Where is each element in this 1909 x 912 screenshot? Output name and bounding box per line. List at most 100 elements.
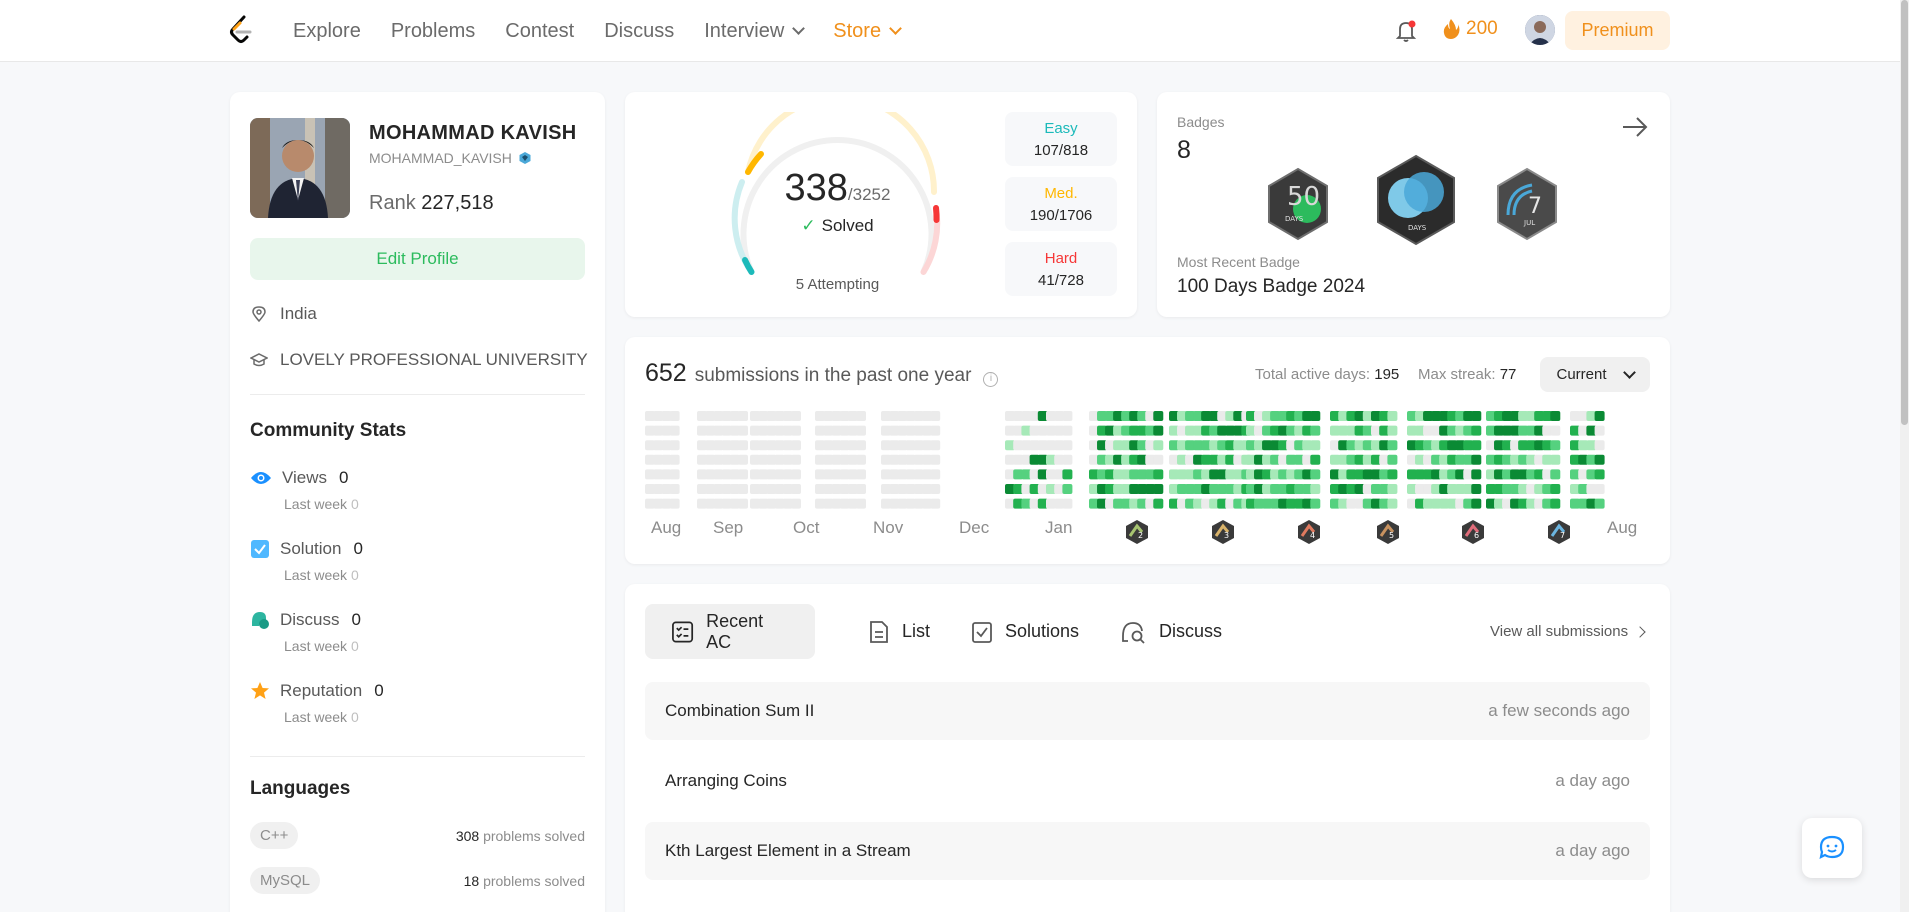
heatmap-cell[interactable] <box>1153 454 1164 465</box>
language-tag[interactable]: C++ <box>250 822 299 849</box>
heatmap-cell[interactable] <box>930 440 941 451</box>
heatmap-cell[interactable] <box>1550 484 1561 494</box>
heatmap-cell[interactable] <box>1594 411 1605 421</box>
heatmap-cell[interactable] <box>738 454 748 465</box>
heatmap-cell[interactable] <box>669 425 680 436</box>
edit-profile-button[interactable]: Edit Profile <box>250 238 585 280</box>
heatmap-cell[interactable] <box>1594 454 1605 465</box>
heatmap-cell[interactable] <box>738 498 748 509</box>
heatmap-cell[interactable] <box>738 411 748 421</box>
monthly-badge-icon[interactable]: 2 <box>1125 519 1149 545</box>
heatmap-cell[interactable] <box>1550 454 1561 465</box>
chat-button[interactable] <box>1802 818 1862 878</box>
heatmap-cell[interactable] <box>1310 498 1321 509</box>
heatmap-cell[interactable] <box>1062 440 1073 451</box>
heatmap-cell[interactable] <box>738 425 748 436</box>
nav-contest[interactable]: Contest <box>505 20 574 43</box>
heatmap-cell[interactable] <box>1471 425 1482 436</box>
scrollbar-thumb[interactable] <box>1901 0 1908 425</box>
nav-avatar[interactable] <box>1525 15 1555 45</box>
heatmap-cell[interactable] <box>930 469 941 480</box>
heatmap-cell[interactable] <box>1550 425 1561 436</box>
heatmap-cell[interactable] <box>1550 440 1561 451</box>
submission-row[interactable]: Combination Sum II a few seconds ago <box>645 682 1650 740</box>
heatmap-cell[interactable] <box>856 440 866 451</box>
tab-discuss[interactable]: Discuss <box>1095 604 1248 659</box>
year-dropdown[interactable]: Current <box>1540 357 1650 392</box>
heatmap-cell[interactable] <box>1153 498 1164 509</box>
info-icon[interactable]: i <box>983 372 999 387</box>
heatmap-cell[interactable] <box>1471 440 1482 451</box>
heatmap-cell[interactable] <box>930 484 941 494</box>
heatmap-cell[interactable] <box>791 454 801 465</box>
heatmap-cell[interactable] <box>1594 484 1605 494</box>
heatmap-cell[interactable] <box>856 484 866 494</box>
heatmap-cell[interactable] <box>1310 411 1321 421</box>
heatmap-cell[interactable] <box>791 425 801 436</box>
monthly-badge-icon[interactable]: 6 <box>1461 519 1485 545</box>
heatmap-cell[interactable] <box>669 498 680 509</box>
nav-problems[interactable]: Problems <box>391 20 475 43</box>
heatmap-cell[interactable] <box>1153 440 1164 451</box>
view-all-submissions-link[interactable]: View all submissions <box>1490 623 1646 640</box>
heatmap-cell[interactable] <box>791 484 801 494</box>
heatmap-cell[interactable] <box>930 498 941 509</box>
badge-100-days-icon[interactable]: DAYS <box>1374 154 1458 246</box>
heatmap-cell[interactable] <box>1594 425 1605 436</box>
badge-50-days-icon[interactable]: 50 DAYS <box>1265 167 1331 241</box>
heatmap-cell[interactable] <box>1387 440 1398 451</box>
tab-recent-ac[interactable]: Recent AC <box>645 604 815 659</box>
leetcode-logo-icon[interactable] <box>226 14 256 48</box>
heatmap-cell[interactable] <box>669 484 680 494</box>
arrow-right-icon[interactable] <box>1620 112 1650 142</box>
monthly-badge-icon[interactable]: 4 <box>1297 519 1321 545</box>
monthly-badge-icon[interactable]: 7 <box>1547 519 1571 545</box>
bell-icon[interactable] <box>1394 18 1418 44</box>
heatmap-cell[interactable] <box>1387 484 1398 494</box>
nav-explore[interactable]: Explore <box>293 20 361 43</box>
submission-row[interactable]: Arranging Coins a day ago <box>645 752 1650 810</box>
heatmap-cell[interactable] <box>669 454 680 465</box>
heatmap-cell[interactable] <box>791 498 801 509</box>
heatmap-cell[interactable] <box>930 411 941 421</box>
badge-jul-icon[interactable]: 7 JUL <box>1494 167 1560 241</box>
heatmap-cell[interactable] <box>1387 425 1398 436</box>
heatmap-cell[interactable] <box>1153 469 1164 480</box>
heatmap-cell[interactable] <box>1062 484 1073 494</box>
heatmap-cell[interactable] <box>1310 440 1321 451</box>
tab-solutions[interactable]: Solutions <box>945 604 1105 659</box>
heatmap-cell[interactable] <box>856 498 866 509</box>
heatmap-cell[interactable] <box>1471 411 1482 421</box>
heatmap-cell[interactable] <box>1471 498 1482 509</box>
language-tag[interactable]: MySQL <box>250 867 321 894</box>
heatmap-cell[interactable] <box>791 440 801 451</box>
heatmap-cell[interactable] <box>738 440 748 451</box>
heatmap-cell[interactable] <box>1387 454 1398 465</box>
heatmap-cell[interactable] <box>1310 454 1321 465</box>
heatmap-cell[interactable] <box>669 469 680 480</box>
heatmap-cell[interactable] <box>1550 498 1561 509</box>
heatmap-cell[interactable] <box>1471 484 1482 494</box>
heatmap-cell[interactable] <box>1471 454 1482 465</box>
heatmap-cell[interactable] <box>791 469 801 480</box>
heatmap-cell[interactable] <box>1310 484 1321 494</box>
heatmap-cell[interactable] <box>1310 425 1321 436</box>
heatmap-cell[interactable] <box>1310 469 1321 480</box>
heatmap-cell[interactable] <box>1153 484 1164 494</box>
monthly-badge-icon[interactable]: 3 <box>1211 519 1235 545</box>
heatmap-cell[interactable] <box>791 411 801 421</box>
nav-discuss[interactable]: Discuss <box>604 20 674 43</box>
tab-list[interactable]: List <box>842 604 956 659</box>
heatmap-cell[interactable] <box>1153 425 1164 436</box>
heatmap-cell[interactable] <box>1387 469 1398 480</box>
heatmap-cell[interactable] <box>930 425 941 436</box>
heatmap-cell[interactable] <box>856 454 866 465</box>
heatmap-cell[interactable] <box>1387 411 1398 421</box>
heatmap-cell[interactable] <box>930 454 941 465</box>
premium-button[interactable]: Premium <box>1565 11 1670 50</box>
heatmap-cell[interactable] <box>738 469 748 480</box>
heatmap-cell[interactable] <box>1062 498 1073 509</box>
heatmap-cell[interactable] <box>1062 454 1073 465</box>
monthly-badge-icon[interactable]: 5 <box>1376 519 1400 545</box>
heatmap-cell[interactable] <box>1550 411 1561 421</box>
